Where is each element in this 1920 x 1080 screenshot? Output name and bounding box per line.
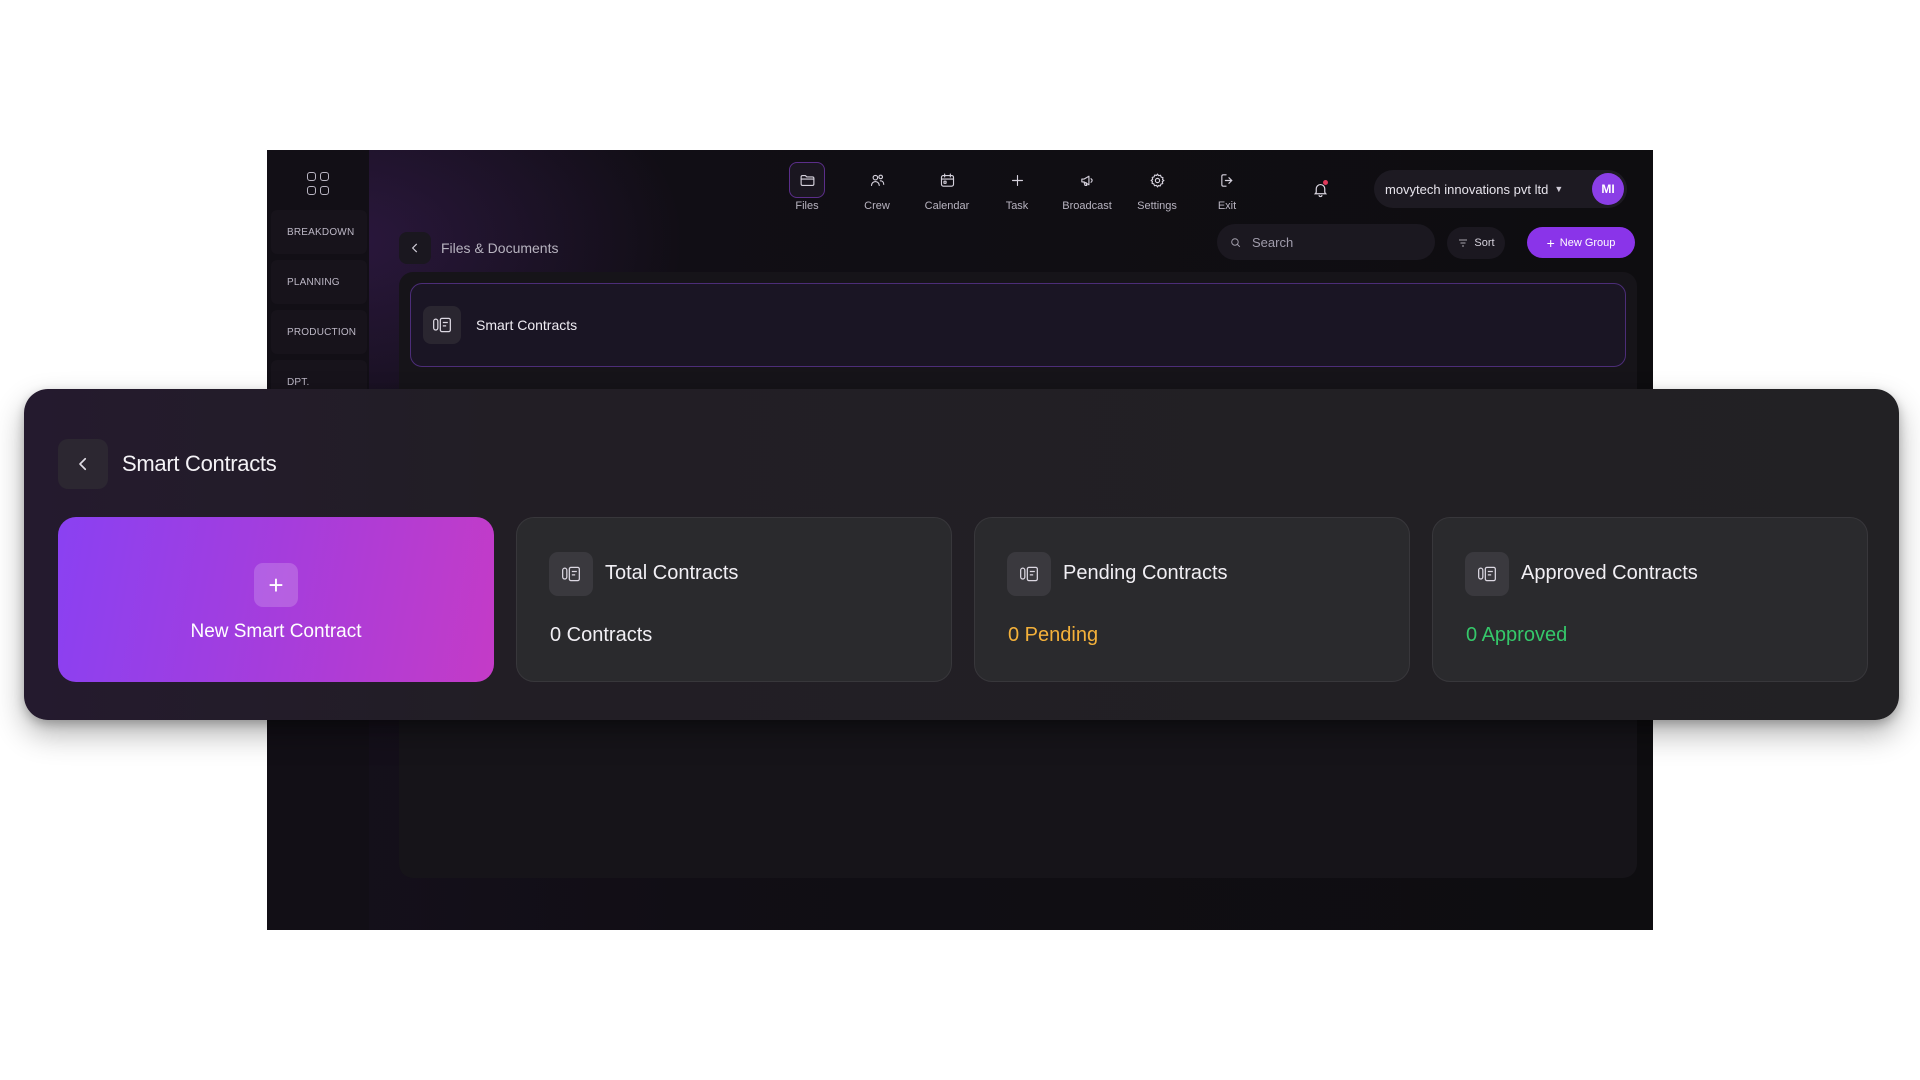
sidebar-item-label: PLANNING — [287, 276, 340, 288]
total-contracts-card[interactable]: Total Contracts 0 Contracts — [516, 517, 952, 682]
sidebar-item-label: PRODUCTION — [287, 326, 357, 338]
new-smart-contract-label: New Smart Contract — [190, 620, 362, 642]
pending-contracts-card[interactable]: Pending Contracts 0 Pending — [974, 517, 1410, 682]
chevron-left-icon — [79, 457, 87, 471]
sort-label: Sort — [1474, 237, 1495, 249]
nav-item-settings[interactable]: Settings — [1122, 162, 1192, 222]
nav-item-files[interactable]: Files — [772, 162, 842, 222]
page-title: Smart Contracts — [122, 451, 277, 476]
new-group-label: New Group — [1559, 236, 1616, 249]
back-button[interactable] — [399, 232, 431, 264]
top-navigation: Files Crew Calendar Task Broadcast Setti… — [772, 162, 1262, 222]
breadcrumb: Files & Documents — [399, 232, 558, 264]
contract-icon — [549, 552, 593, 596]
sidebar-item-label: DPT. — [287, 376, 310, 388]
sidebar-item-breakdown[interactable]: BREAKDOWN — [271, 210, 367, 254]
contract-icon — [423, 306, 461, 344]
new-group-button[interactable]: + New Group — [1527, 227, 1635, 258]
folder-icon — [789, 162, 825, 198]
caret-down-icon: ▼ — [1554, 184, 1564, 194]
plus-icon — [999, 162, 1035, 198]
nav-item-calendar[interactable]: Calendar — [912, 162, 982, 222]
sidebar-item-production[interactable]: PRODUCTION — [271, 310, 367, 354]
nav-item-label: Exit — [1217, 200, 1237, 212]
calendar-icon — [929, 162, 965, 198]
card-title: Approved Contracts — [1521, 562, 1698, 584]
apps-grid-icon[interactable] — [307, 172, 331, 196]
nav-item-label: Files — [795, 200, 819, 212]
folder-label: Smart Contracts — [476, 317, 578, 333]
nav-item-label: Settings — [1137, 200, 1177, 212]
nav-item-crew[interactable]: Crew — [842, 162, 912, 222]
nav-item-label: Crew — [864, 200, 890, 212]
nav-item-label: Calendar — [924, 200, 970, 212]
plus-icon: + — [254, 562, 298, 607]
filter-lines-icon — [1459, 239, 1468, 247]
users-icon — [859, 162, 895, 198]
back-button[interactable] — [58, 439, 108, 489]
gear-icon — [1139, 162, 1175, 198]
nav-item-broadcast[interactable]: Broadcast — [1052, 162, 1122, 222]
nav-item-label: Task — [1005, 200, 1029, 212]
sidebar-item-label: BREAKDOWN — [287, 226, 355, 238]
bell-icon[interactable] — [1309, 178, 1331, 200]
company-name: movytech innovations pvt ltd — [1385, 181, 1549, 197]
card-title: Total Contracts — [605, 562, 739, 584]
breadcrumb-label: Files & Documents — [441, 240, 559, 256]
card-value: 0 Contracts — [550, 624, 653, 646]
megaphone-icon — [1069, 162, 1105, 198]
chevron-left-icon — [411, 243, 418, 253]
card-title: Pending Contracts — [1063, 562, 1228, 584]
company-switcher[interactable]: movytech innovations pvt ltd ▼ MI — [1374, 170, 1627, 208]
new-smart-contract-button[interactable]: + New Smart Contract — [58, 517, 494, 682]
search-input[interactable] — [1250, 233, 1410, 251]
nav-item-exit[interactable]: Exit — [1192, 162, 1262, 222]
avatar[interactable]: MI — [1592, 173, 1624, 205]
sidebar-item-planning[interactable]: PLANNING — [271, 260, 367, 304]
contract-icon — [1465, 552, 1509, 596]
card-value: 0 Pending — [1008, 624, 1099, 646]
folder-item-smart-contracts[interactable]: Smart Contracts — [410, 283, 1626, 367]
plus-icon: + — [1546, 234, 1555, 251]
panel-header: Smart Contracts — [58, 439, 277, 489]
smart-contracts-panel: Smart Contracts + New Smart Contract Tot… — [24, 389, 1899, 720]
sort-button[interactable]: Sort — [1447, 227, 1505, 259]
search-field[interactable] — [1217, 224, 1435, 260]
exit-icon — [1209, 162, 1245, 198]
approved-contracts-card[interactable]: Approved Contracts 0 Approved — [1432, 517, 1868, 682]
contract-cards: + New Smart Contract Total Contracts 0 C… — [58, 517, 1868, 682]
contract-icon — [1007, 552, 1051, 596]
notification-dot — [1323, 180, 1328, 185]
nav-item-task[interactable]: Task — [982, 162, 1052, 222]
search-icon — [1231, 237, 1241, 247]
card-value: 0 Approved — [1466, 624, 1568, 646]
nav-item-label: Broadcast — [1062, 200, 1112, 212]
avatar-initials: MI — [1601, 182, 1615, 196]
